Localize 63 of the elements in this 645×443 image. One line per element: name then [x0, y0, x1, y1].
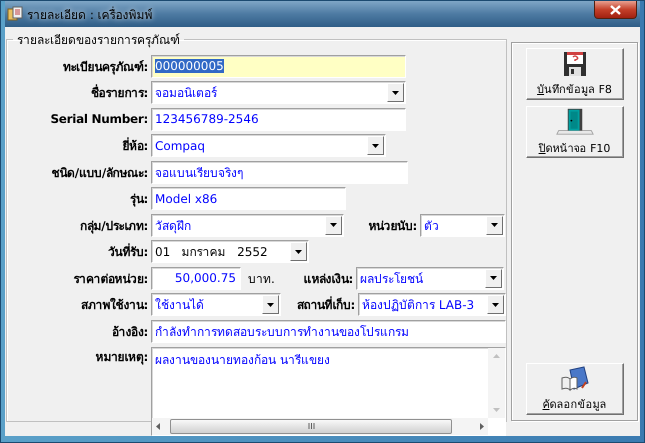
- dropdown-button[interactable]: [486, 216, 503, 235]
- field-label: Serial Number:: [49, 112, 148, 126]
- dropdown-button[interactable]: [290, 242, 307, 262]
- input-field[interactable]: จอแบนเรียบจริงๆ: [151, 160, 408, 184]
- dropdown[interactable]: ใช้งานได้: [151, 293, 281, 316]
- input-field[interactable]: Model x86: [151, 187, 346, 210]
- toolbar-button[interactable]: บันทึกข้อมูล F8: [526, 48, 624, 100]
- caret-icon: [330, 223, 337, 228]
- dropdown[interactable]: วัสดุฝึก: [151, 214, 344, 237]
- field-label: ชนิด/แบบ/ลักษณะ:: [50, 164, 148, 182]
- input-field[interactable]: กำลังทำการทดสอบระบบการทำงานของโปรแกรม: [151, 320, 506, 343]
- field-label: แหล่งเงิน:: [302, 270, 353, 288]
- memo-text: ผลงานของนายทองก้อน นารีแขยง: [154, 352, 331, 368]
- input-field[interactable]: 123456789-2546: [151, 108, 406, 131]
- dropdown-button[interactable]: [262, 295, 279, 314]
- horizontal-scrollbar[interactable]: [152, 418, 488, 434]
- scroll-thumb[interactable]: [170, 418, 452, 434]
- dropdown[interactable]: ตัว: [420, 214, 505, 237]
- field-label: กลุ่ม/ประเภท:: [79, 218, 148, 235]
- field-label: ทะเบียนครุภัณฑ์:: [62, 58, 148, 76]
- group-title: รายละเอียดของรายการครุภัณฑ์: [16, 32, 181, 49]
- caret-icon: [295, 250, 302, 254]
- right-arrow-icon[interactable]: [480, 422, 484, 430]
- field-label: วันที่รับ:: [107, 242, 148, 262]
- dropdown-button[interactable]: [485, 268, 502, 288]
- field-label: ราคาต่อหน่วย:: [72, 270, 148, 288]
- date-picker[interactable]: 01 มกราคม 2552: [151, 240, 309, 264]
- input-field[interactable]: 000000005: [151, 54, 406, 78]
- field-label: อ้างอิง:: [111, 324, 148, 341]
- dropdown[interactable]: Compaq: [151, 134, 386, 158]
- field-label: สภาพใช้งาน:: [80, 296, 148, 314]
- field-label: หมายเหตุ:: [94, 348, 148, 366]
- dropdown[interactable]: ห้องปฏิบัติการ LAB-3: [358, 293, 506, 316]
- caret-icon: [392, 90, 399, 95]
- field-label: ยี่ห้อ:: [121, 136, 148, 156]
- dropdown-button[interactable]: [367, 136, 384, 156]
- toolbar-button[interactable]: คัดลอกข้อมูล: [526, 363, 624, 415]
- field-label: หน่วยนับ:: [367, 218, 417, 235]
- caret-icon: [491, 223, 498, 228]
- unit-text: บาท.: [247, 270, 276, 288]
- dropdown-button[interactable]: [387, 83, 404, 102]
- dropdown[interactable]: ผลประโยชน์: [356, 266, 504, 290]
- caret-icon: [492, 302, 499, 307]
- memo-field[interactable]: ผลงานของนายทองก้อน นารีแขยง: [151, 346, 506, 436]
- caret-icon: [372, 144, 379, 148]
- caret-icon: [267, 302, 274, 307]
- close-icon: [610, 4, 621, 14]
- door-icon: [554, 107, 594, 136]
- book-icon: [560, 366, 590, 392]
- dropdown-button[interactable]: [487, 295, 504, 314]
- field-label: สถานที่เก็บ:: [296, 295, 355, 314]
- close-button[interactable]: [594, 1, 637, 19]
- window-title: รายละเอียด : เครื่องพิมพ์: [27, 6, 154, 24]
- left-arrow-icon[interactable]: [156, 422, 160, 430]
- dropdown[interactable]: จอมอนิเตอร์: [151, 81, 406, 104]
- input-field[interactable]: 50,000.75: [151, 266, 241, 290]
- toolbar-button[interactable]: ปิดหน้าจอ F10: [526, 106, 624, 158]
- grip-icon: [308, 423, 314, 429]
- app-icon: [7, 6, 23, 22]
- field-label: รุ่น:: [129, 191, 148, 208]
- field-label: ชื่อรายการ:: [90, 83, 148, 102]
- caret-icon: [490, 276, 497, 280]
- dropdown-button[interactable]: [325, 216, 342, 235]
